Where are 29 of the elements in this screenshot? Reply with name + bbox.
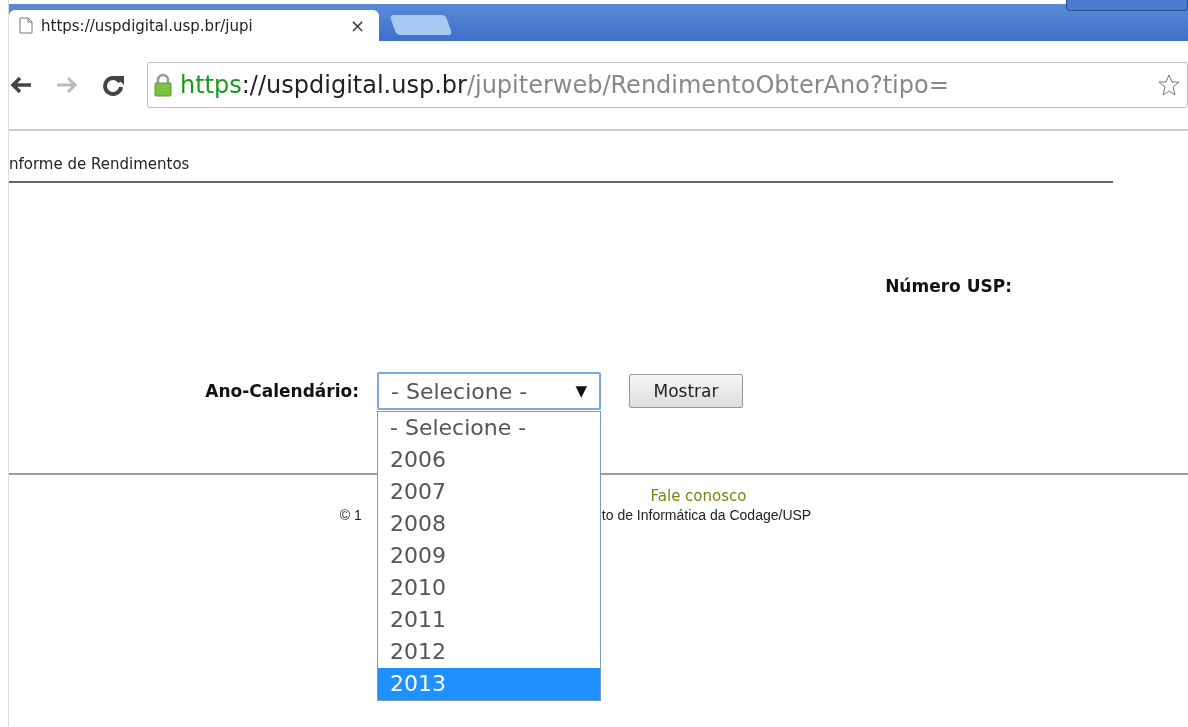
- close-tab-button[interactable]: ×: [345, 15, 369, 36]
- window-controls[interactable]: [1066, 0, 1188, 11]
- url-text: https://uspdigital.usp.br/jupiterweb/RendimentoObterAno?tipo=: [180, 71, 950, 99]
- lock-icon: [154, 73, 172, 97]
- page-heading: nforme de Rendimentos: [9, 155, 191, 173]
- page-icon: [19, 17, 33, 34]
- contact-link[interactable]: Fale conosco: [650, 487, 747, 505]
- tab-title: https://uspdigital.usp.br/jupi: [41, 16, 254, 35]
- back-arrow-icon[interactable]: [9, 75, 33, 95]
- forward-arrow-icon[interactable]: [55, 75, 79, 95]
- browser-tab[interactable]: https://uspdigital.usp.br/jupi ×: [9, 10, 379, 41]
- dropdown-option[interactable]: 2009: [378, 540, 600, 572]
- address-bar[interactable]: https://uspdigital.usp.br/jupiterweb/RendimentoObterAno?tipo=: [147, 62, 1188, 108]
- copyright-text: to de Informática da Codage/USP: [601, 507, 812, 523]
- show-button[interactable]: Mostrar: [629, 374, 743, 408]
- star-icon[interactable]: [1157, 73, 1181, 97]
- field-label: Número USP:: [885, 276, 1012, 296]
- copyright-text: © 1: [339, 507, 362, 523]
- dropdown-option[interactable]: - Selecione -: [378, 412, 600, 444]
- reload-icon[interactable]: [101, 73, 125, 97]
- dropdown-option[interactable]: 2012: [378, 636, 600, 668]
- year-dropdown[interactable]: - Selecione - ▼: [377, 372, 601, 410]
- dropdown-option[interactable]: 2010: [378, 572, 600, 604]
- dropdown-option[interactable]: 2007: [378, 476, 600, 508]
- new-tab-button[interactable]: [389, 15, 453, 35]
- field-label: Ano-Calendário:: [204, 381, 359, 401]
- dropdown-option[interactable]: 2011: [378, 604, 600, 636]
- dropdown-option[interactable]: 2008: [378, 508, 600, 540]
- dropdown-option[interactable]: 2006: [378, 444, 600, 476]
